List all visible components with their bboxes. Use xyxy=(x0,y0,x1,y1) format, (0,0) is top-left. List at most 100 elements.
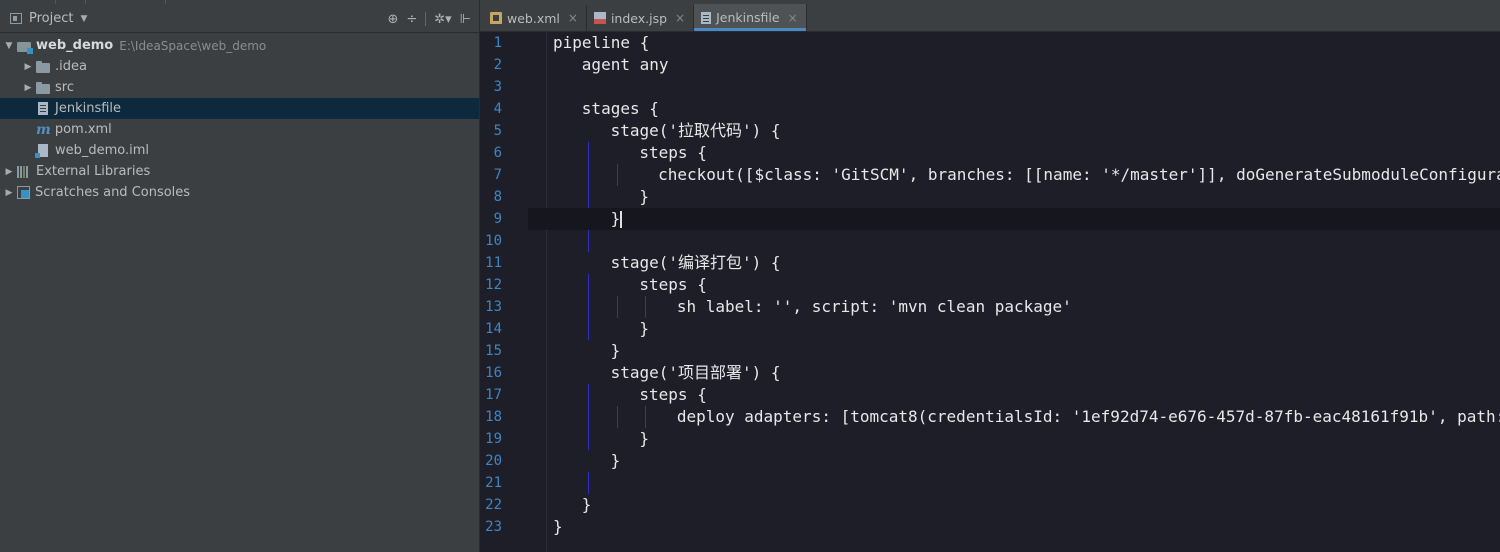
code-line[interactable]: } xyxy=(528,340,1500,362)
tree-item[interactable]: ▼ web_demo E:\IdeaSpace\web_demo xyxy=(0,35,479,56)
code-text: steps { xyxy=(639,143,707,162)
indent-guide xyxy=(587,472,589,494)
code-line[interactable]: } xyxy=(528,208,1500,230)
line-number: 1 xyxy=(493,35,502,51)
code-text: stage('编译打包') { xyxy=(610,253,781,272)
code-line[interactable]: } xyxy=(528,428,1500,450)
code-text: } xyxy=(610,451,621,470)
code-line[interactable]: steps { xyxy=(528,274,1500,296)
code-line[interactable]: agent any xyxy=(528,54,1500,76)
collapse-all-icon[interactable]: ÷ xyxy=(406,12,417,27)
tree-item-label: Scratches and Consoles xyxy=(35,185,191,200)
indent-guide xyxy=(616,296,618,318)
line-number: 12 xyxy=(485,277,502,293)
code-line[interactable]: } xyxy=(528,450,1500,472)
code-text: } xyxy=(610,209,621,228)
code-text: checkout([$class: 'GitSCM', branches: [[… xyxy=(658,165,1500,184)
line-number: 20 xyxy=(485,453,502,469)
tree-item[interactable]: ▶ src xyxy=(0,77,479,98)
indent-guide xyxy=(645,406,647,428)
code-line[interactable]: } xyxy=(528,494,1500,516)
tree-item[interactable]: Jenkinsfile xyxy=(0,98,479,119)
tree-item[interactable]: m pom.xml xyxy=(0,119,479,140)
code-line[interactable]: stage('拉取代码') { xyxy=(528,120,1500,142)
code-line[interactable]: } xyxy=(528,318,1500,340)
line-number: 15 xyxy=(485,343,502,359)
expand-arrow-icon[interactable]: ▼ xyxy=(4,41,14,51)
indent-guide xyxy=(616,406,618,428)
expand-arrow-icon[interactable]: ▶ xyxy=(23,83,33,93)
jsp-file-icon xyxy=(593,12,606,24)
project-panel-header: Project ▼ ⊕ ÷ ✲▾ ⊩ xyxy=(0,5,479,33)
tree-item[interactable]: web_demo.iml xyxy=(0,140,479,161)
hide-panel-icon[interactable]: ⊩ xyxy=(460,12,471,27)
code-text: } xyxy=(581,495,592,514)
code-text: steps { xyxy=(639,385,707,404)
code-line[interactable] xyxy=(528,472,1500,494)
line-number: 4 xyxy=(493,101,502,117)
code-line[interactable]: steps { xyxy=(528,142,1500,164)
tree-item[interactable]: ▶ Scratches and Consoles xyxy=(0,182,479,203)
line-number: 21 xyxy=(485,475,502,491)
code-line[interactable]: steps { xyxy=(528,384,1500,406)
close-tab-icon[interactable]: × xyxy=(568,11,578,25)
line-number: 2 xyxy=(493,57,502,73)
code-line[interactable]: } xyxy=(528,186,1500,208)
editor-tab[interactable]: index.jsp × xyxy=(587,5,695,31)
code-line[interactable]: sh label: '', script: 'mvn clean package… xyxy=(528,296,1500,318)
code-content[interactable]: pipeline { agent any stages {stage('拉取代码')… xyxy=(528,32,1500,552)
folder-icon xyxy=(36,60,50,73)
indent-guide xyxy=(587,384,589,406)
indent-guide xyxy=(587,164,589,186)
code-line[interactable]: stage('编译打包') { xyxy=(528,252,1500,274)
code-line[interactable]: deploy adapters: [tomcat8(credentialsId:… xyxy=(528,406,1500,428)
tree-item[interactable]: ▶ .idea xyxy=(0,56,479,77)
libraries-icon xyxy=(17,165,31,178)
tab-label: index.jsp xyxy=(610,10,668,26)
code-text: } xyxy=(639,187,650,206)
code-line[interactable] xyxy=(528,76,1500,98)
editor-tab[interactable]: web.xml × xyxy=(483,5,587,31)
view-dropdown-icon[interactable]: ▼ xyxy=(80,14,87,24)
code-text: deploy adapters: [tomcat8(credentialsId:… xyxy=(676,407,1500,426)
code-line[interactable]: pipeline { xyxy=(528,32,1500,54)
expand-arrow-icon[interactable]: ▶ xyxy=(4,188,14,198)
code-text: } xyxy=(610,341,621,360)
indent-guide xyxy=(587,274,589,296)
jenkinsfile-icon xyxy=(701,11,712,24)
code-text: } xyxy=(553,517,563,536)
line-number: 3 xyxy=(493,79,502,95)
line-number: 7 xyxy=(493,167,502,183)
close-tab-icon[interactable]: × xyxy=(788,11,798,25)
code-line[interactable]: } xyxy=(528,516,1500,538)
indent-guide xyxy=(587,296,589,318)
project-panel-title[interactable]: Project xyxy=(29,11,73,26)
indent-guide xyxy=(587,186,589,208)
code-line[interactable] xyxy=(528,230,1500,252)
code-line[interactable]: stages { xyxy=(528,98,1500,120)
expand-arrow-icon[interactable]: ▶ xyxy=(4,167,14,177)
code-text: } xyxy=(639,429,650,448)
code-text: steps { xyxy=(639,275,707,294)
indent-guide xyxy=(587,406,589,428)
line-number-gutter[interactable]: 1 2 3 4 5 6 7 8 9 10 11 12 13 14 15 16 17 18 19 20 21 22 23 xyxy=(480,32,528,552)
tree-item-label: web_demo.iml xyxy=(55,143,150,158)
code-editor[interactable]: 1 2 3 4 5 6 7 8 9 10 11 12 13 14 15 16 17 18 19 20 21 22 23 pi… xyxy=(480,32,1500,552)
code-text: pipeline { xyxy=(553,33,650,52)
scratches-icon xyxy=(17,186,30,199)
tree-item[interactable]: ▶ External Libraries xyxy=(0,161,479,182)
code-line[interactable]: checkout([$class: 'GitSCM', branches: [[… xyxy=(528,164,1500,186)
expand-arrow-icon[interactable]: ▶ xyxy=(23,62,33,72)
line-number: 11 xyxy=(485,255,502,271)
close-tab-icon[interactable]: × xyxy=(675,11,685,25)
indent-guide xyxy=(587,230,589,252)
line-number: 13 xyxy=(485,299,502,315)
indent-guide xyxy=(587,428,589,450)
code-line[interactable]: stage('项目部署') { xyxy=(528,362,1500,384)
line-number: 8 xyxy=(493,189,502,205)
toolbar-separator xyxy=(425,12,427,26)
settings-gear-icon[interactable]: ✲▾ xyxy=(434,12,451,27)
locate-file-icon[interactable]: ⊕ xyxy=(387,12,398,27)
editor-tab-bar: web.xml × index.jsp × Jenkinsfile × xyxy=(480,0,1500,32)
editor-tab[interactable]: Jenkinsfile × xyxy=(694,4,807,31)
